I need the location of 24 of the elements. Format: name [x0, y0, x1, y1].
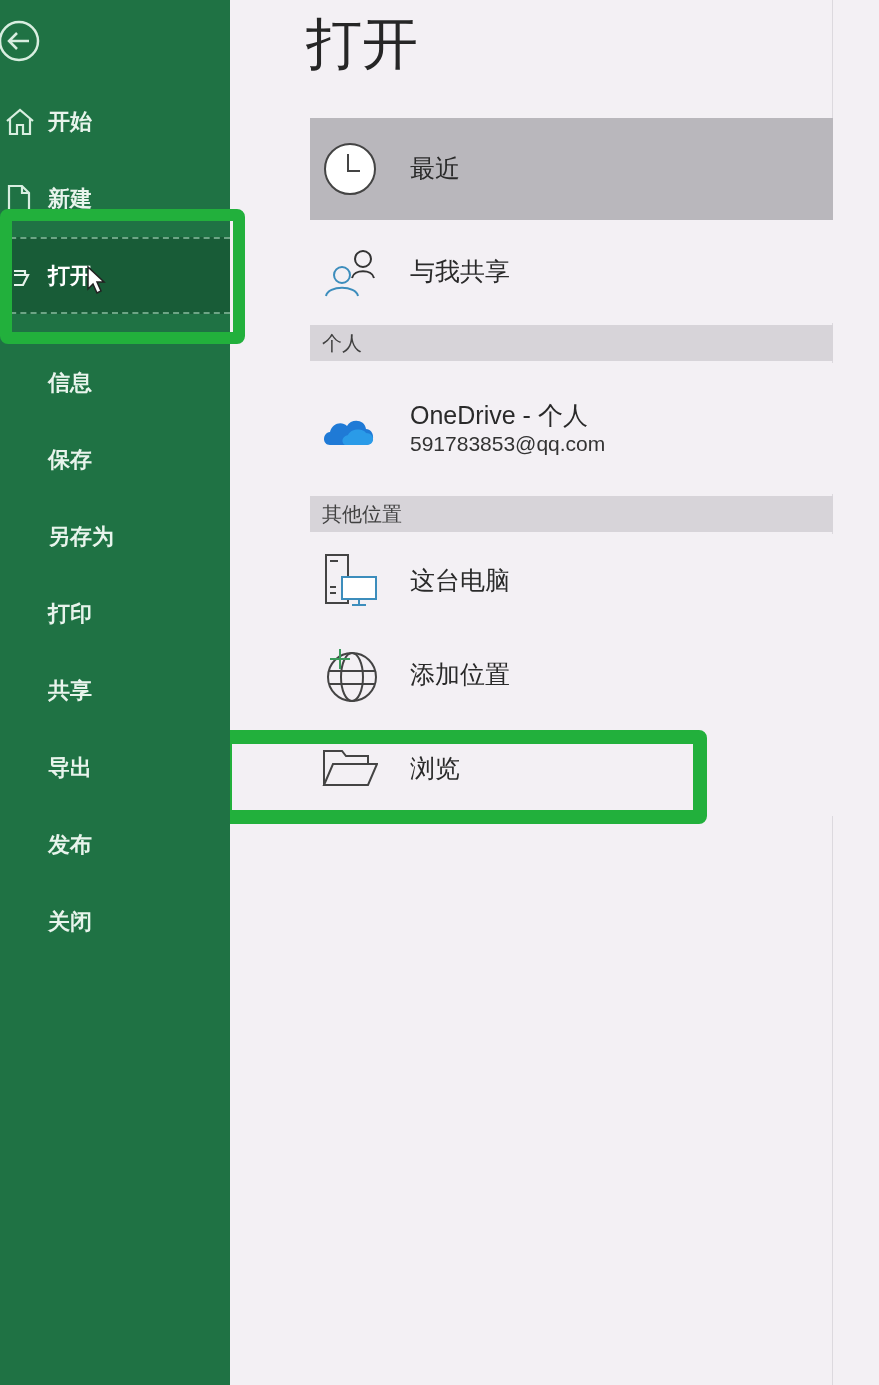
location-label: 这台电脑: [410, 565, 510, 597]
location-label: 添加位置: [410, 659, 510, 691]
menu-item[interactable]: 保存: [48, 443, 92, 476]
menu-item[interactable]: 另存为: [48, 520, 114, 553]
page-title: 打开: [306, 11, 418, 72]
menu-item[interactable]: 打印: [48, 597, 92, 630]
back-icon[interactable]: [0, 20, 40, 62]
menu-item[interactable]: 开始: [48, 105, 92, 138]
menu-item[interactable]: 信息: [48, 366, 92, 399]
menu-item[interactable]: 发布: [48, 828, 92, 861]
menu-item[interactable]: 共享: [48, 674, 92, 707]
location-label: OneDrive - 个人: [410, 399, 589, 431]
location-label: 浏览: [410, 753, 460, 785]
computer-icon: [322, 553, 378, 609]
account-email: 591783853@qq.com: [410, 431, 606, 457]
menu-item[interactable]: 导出: [48, 751, 92, 784]
section-header: 个人: [310, 325, 833, 361]
menu-item[interactable]: 关闭: [48, 905, 92, 938]
section-header: 其他位置: [310, 496, 833, 532]
location-label: 与我共享: [410, 255, 510, 287]
location-item[interactable]: 最近: [310, 118, 833, 220]
clock-icon: [322, 141, 378, 197]
menu-item[interactable]: 新建: [48, 182, 92, 215]
location-label: 最近: [410, 153, 460, 185]
